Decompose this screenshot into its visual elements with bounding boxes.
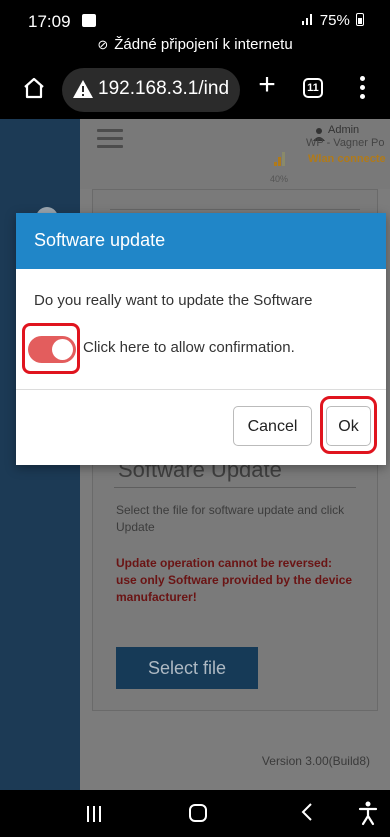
home-button-icon[interactable]	[189, 804, 207, 822]
toggle-label[interactable]: Click here to allow confirmation.	[83, 339, 295, 356]
offline-notice: ⊘ Žádné připojení k internetu	[0, 36, 390, 53]
dialog-divider	[16, 389, 386, 390]
dialog-question: Do you really want to update the Softwar…	[34, 292, 313, 309]
not-secure-warning-icon[interactable]	[72, 79, 94, 99]
battery-percent: 75%	[319, 12, 350, 29]
signal-percent: 40%	[270, 174, 289, 184]
navigation-bar	[0, 790, 390, 837]
card-divider	[110, 209, 360, 210]
recent-apps-icon[interactable]	[86, 806, 102, 822]
browser-toolbar: 192.168.3.1/ind + 11	[0, 62, 390, 119]
gallery-notification-icon	[82, 14, 96, 27]
status-right: 75%	[300, 12, 364, 29]
hamburger-menu-icon[interactable]	[97, 129, 123, 149]
wifi-name: WP - Vagner Po	[306, 137, 385, 149]
offline-text: Žádné připojení k internetu	[114, 36, 293, 53]
user-menu[interactable]: Admin	[328, 124, 359, 136]
accessibility-icon[interactable]	[358, 800, 378, 826]
software-update-warning: Update operation cannot be reversed: use…	[116, 556, 353, 604]
confirmation-toggle[interactable]	[28, 336, 76, 363]
select-file-button[interactable]: Select file	[116, 647, 258, 689]
software-update-description: Select the file for software update and …	[116, 503, 345, 534]
status-time: 17:09	[28, 12, 71, 31]
address-bar[interactable]: 192.168.3.1/ind	[62, 68, 240, 112]
signal-strength-icon	[300, 13, 314, 25]
page-header: Admin WP - Vagner Po 40% Wlan connecte	[80, 119, 390, 189]
tab-count: 11	[307, 82, 319, 94]
version-label: Version 3.00(Build8)	[261, 754, 370, 768]
ok-button[interactable]: Ok	[326, 406, 371, 446]
cancel-button[interactable]: Cancel	[233, 406, 312, 446]
new-tab-icon[interactable]: +	[252, 70, 282, 100]
status-bar: 17:09 75% ⊘ Žádné připojení k internetu	[0, 0, 390, 62]
section-divider	[114, 487, 356, 488]
wlan-status: Wlan connecte	[308, 153, 386, 165]
confirm-dialog: Software update Do you really want to up…	[16, 213, 386, 465]
back-icon[interactable]	[300, 800, 314, 824]
more-menu-icon[interactable]	[358, 76, 366, 102]
toggle-knob[interactable]	[52, 339, 73, 360]
wifi-signal-icon	[274, 152, 286, 166]
battery-icon	[356, 13, 364, 26]
home-icon[interactable]	[22, 76, 46, 100]
no-connection-icon: ⊘	[97, 37, 109, 52]
url-text[interactable]: 192.168.3.1/ind	[98, 78, 229, 100]
dialog-header: Software update	[16, 213, 386, 269]
tab-switcher-icon[interactable]: 11	[303, 78, 323, 98]
dialog-title: Software update	[34, 230, 166, 250]
